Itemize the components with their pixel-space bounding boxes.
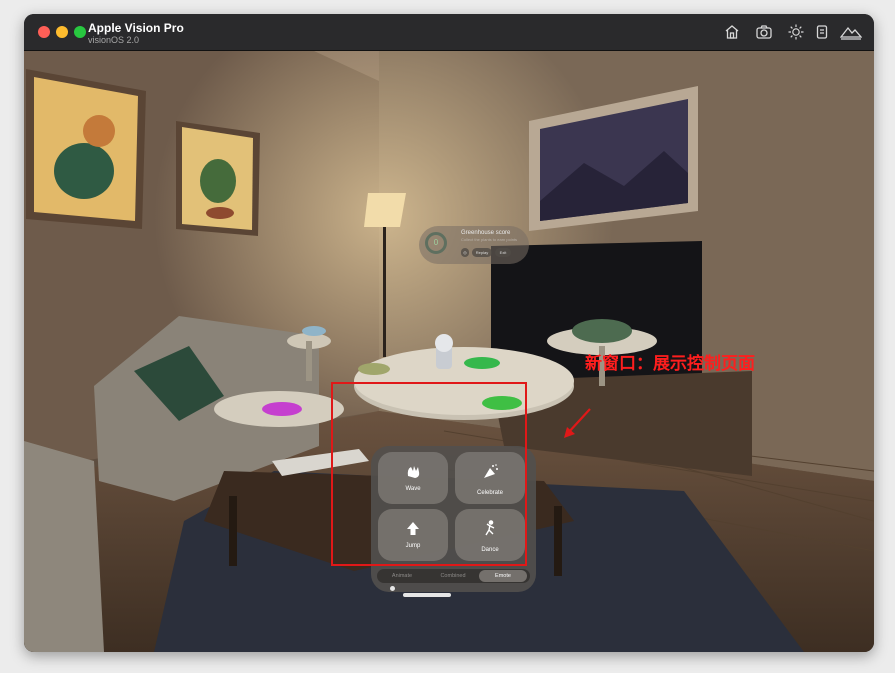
exit-button[interactable]: Exit <box>495 248 511 257</box>
highlight-box <box>331 382 527 566</box>
close-window-button[interactable] <box>38 26 50 38</box>
gamepad-icon[interactable]: ◎ <box>461 248 469 257</box>
zoom-window-button[interactable] <box>74 26 86 38</box>
minimize-window-button[interactable] <box>56 26 68 38</box>
score-ring: 0 <box>425 232 447 254</box>
tab-emote[interactable]: Emote <box>479 570 527 582</box>
brightness-icon[interactable] <box>786 22 806 42</box>
annotation-arrow <box>564 408 591 438</box>
title-bar: Apple Vision Pro visionOS 2.0 <box>24 14 874 51</box>
annotation-text: 新窗口：展示控制页面 <box>585 354 755 373</box>
tab-combined[interactable]: Combined <box>427 569 479 583</box>
mountains-icon[interactable] <box>839 22 863 42</box>
score-panel: 0 Greenhouse score Collect the plants to… <box>419 226 529 264</box>
left-painting <box>26 69 146 229</box>
score-subtitle: Collect the plants to earn points <box>461 237 518 242</box>
device-icon[interactable] <box>812 22 832 42</box>
home-icon[interactable] <box>722 22 742 42</box>
mode-segmented-control: Animate Combined Emote <box>377 569 530 583</box>
window-subtitle: visionOS 2.0 <box>88 35 140 45</box>
tab-animate[interactable]: Animate <box>377 569 427 583</box>
right-painting <box>176 121 260 236</box>
replay-button[interactable]: Replay <box>472 248 492 257</box>
window-title: Apple Vision Pro <box>88 21 184 35</box>
score-title: Greenhouse score <box>461 230 511 236</box>
camera-icon[interactable] <box>754 22 774 42</box>
window-drag-bar[interactable] <box>403 593 451 597</box>
window-close-dot[interactable] <box>390 586 395 591</box>
